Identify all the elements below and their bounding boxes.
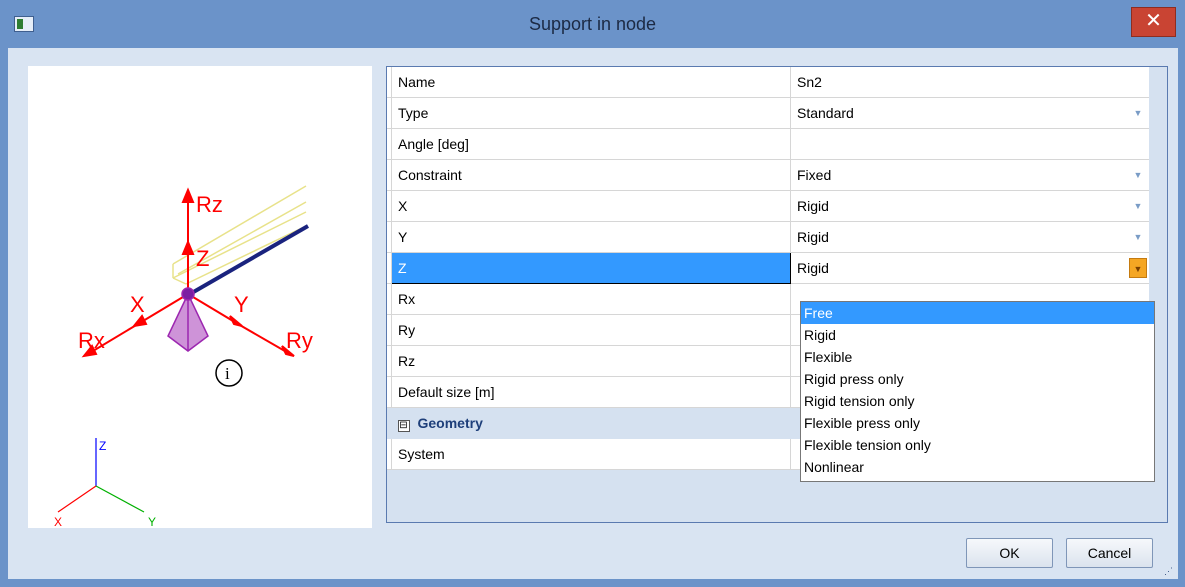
property-grid: Name Sn2 Type Standard ▼ Angle [deg] Cons…	[386, 66, 1168, 523]
property-label: System	[391, 438, 791, 470]
dropdown-option-flexible-press-only[interactable]: Flexible press only	[801, 412, 1154, 434]
support-diagram: Rz Z X Y Rx Ry i Z X Y	[54, 185, 313, 529]
dropdown-option-flexible[interactable]: Flexible	[801, 346, 1154, 368]
property-label: Type	[391, 97, 791, 129]
chevron-down-icon[interactable]: ▼	[1129, 103, 1147, 123]
property-row-constraint[interactable]: Constraint Fixed ▼	[387, 159, 1149, 191]
dialog-title: Support in node	[528, 14, 657, 34]
info-icon-label: i	[225, 364, 230, 383]
chevron-down-icon[interactable]: ▼	[1129, 196, 1147, 216]
property-row-angle[interactable]: Angle [deg]	[387, 128, 1149, 160]
group-title: Geometry	[417, 414, 483, 431]
dropdown-option-rigid-press-only[interactable]: Rigid press only	[801, 368, 1154, 390]
close-button[interactable]: ✕	[1131, 7, 1176, 37]
constraint-value[interactable]: Fixed ▼	[790, 159, 1149, 191]
property-label: Angle [deg]	[391, 128, 791, 160]
chevron-down-icon[interactable]: ▼	[1129, 227, 1147, 247]
property-label: Name	[391, 67, 791, 98]
type-value[interactable]: Standard ▼	[790, 97, 1149, 129]
label-ry: Ry	[286, 328, 313, 353]
axis-y-label: Y	[148, 515, 156, 528]
title-bar[interactable]: Support in node ✕	[0, 0, 1185, 48]
property-label: Default size [m]	[391, 376, 791, 408]
z-value[interactable]: Rigid ▼	[790, 252, 1149, 284]
dropdown-option-free[interactable]: Free	[801, 302, 1154, 324]
property-row-y[interactable]: Y Rigid ▼	[387, 221, 1149, 253]
y-value[interactable]: Rigid ▼	[790, 221, 1149, 253]
property-row-x[interactable]: X Rigid ▼	[387, 190, 1149, 222]
angle-value[interactable]	[790, 128, 1149, 160]
dropdown-option-nonlinear[interactable]: Nonlinear	[801, 456, 1154, 478]
dialog-body: Rz Z X Y Rx Ry i Z X Y Name Sn2 Type Sta…	[8, 48, 1178, 579]
dropdown-option-flexible-tension-only[interactable]: Flexible tension only	[801, 434, 1154, 456]
property-label: Ry	[391, 314, 791, 346]
chevron-down-icon[interactable]: ▼	[1129, 258, 1147, 278]
axis-x-label: X	[54, 515, 62, 528]
property-label: Constraint	[391, 159, 791, 191]
dropdown-option-rigid-tension-only[interactable]: Rigid tension only	[801, 390, 1154, 412]
property-row-name[interactable]: Name Sn2	[387, 67, 1149, 98]
dropdown-option-rigid[interactable]: Rigid	[801, 324, 1154, 346]
resize-grip-icon[interactable]: ⋰	[1164, 566, 1176, 578]
label-rx: Rx	[78, 328, 105, 353]
ok-button[interactable]: OK	[966, 538, 1053, 568]
property-label: Y	[391, 221, 791, 253]
chevron-down-icon[interactable]: ▼	[1129, 165, 1147, 185]
dialog-window: Support in node ✕ Rz Z X Y Rx Ry i Z X Y…	[0, 0, 1185, 587]
cancel-button[interactable]: Cancel	[1066, 538, 1153, 568]
property-label-selected: Z	[391, 252, 791, 284]
support-pyramid	[167, 287, 209, 352]
name-value[interactable]: Sn2	[790, 67, 1149, 98]
property-row-type[interactable]: Type Standard ▼	[387, 97, 1149, 129]
x-value[interactable]: Rigid ▼	[790, 190, 1149, 222]
collapse-icon[interactable]: ⊟	[397, 419, 410, 432]
property-label: X	[391, 190, 791, 222]
axis-z-label: Z	[99, 439, 106, 453]
support-preview: Rz Z X Y Rx Ry i Z X Y	[28, 66, 372, 529]
property-label: Rx	[391, 283, 791, 315]
property-label: Rz	[391, 345, 791, 377]
property-row-z[interactable]: Z Rigid ▼	[387, 252, 1149, 284]
label-rz: Rz	[196, 192, 223, 217]
label-x: X	[130, 292, 145, 317]
label-z: Z	[196, 246, 209, 271]
label-y: Y	[234, 292, 249, 317]
z-dropdown-list[interactable]: Free Rigid Flexible Rigid press only Rig…	[800, 301, 1155, 482]
